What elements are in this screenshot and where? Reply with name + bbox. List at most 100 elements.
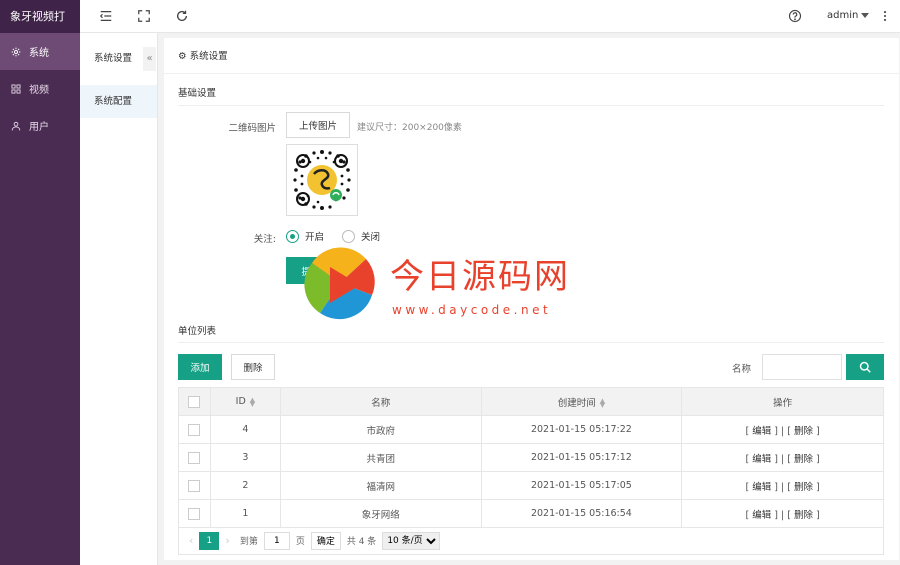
radio-circle [286,229,299,243]
edit-link[interactable]: 编辑 [752,426,771,437]
search-icon [859,361,871,373]
delete-link[interactable]: 删除 [794,482,813,493]
header-name: 名称 [279,387,482,416]
cell-created: 2021-01-15 05:17:05 [480,471,683,500]
cell-id: 1 [209,499,281,528]
header-created-label: 创建时间 [557,397,596,409]
cell-name: 象牙网络 [279,499,482,528]
page-unit: 页 [295,537,305,547]
panel-header: ⚙ 系统设置 [164,38,899,74]
cell-name: 市政府 [279,415,482,444]
table-row: 3 共青团 2021-01-15 05:17:12 [ 编辑 ] | [ 删除 … [178,443,884,472]
header-created[interactable]: 创建时间 ▲ ▼ [480,387,683,416]
row-checkbox-cell [178,499,211,528]
cell-ops: [ 编辑 ] | [ 删除 ] [681,471,884,500]
search-button[interactable] [846,354,884,380]
delete-link[interactable]: 删除 [794,426,813,437]
table-row: 1 象牙网络 2021-01-15 05:16:54 [ 编辑 ] | [ 删除… [178,499,884,528]
select-all-checkbox[interactable] [188,395,201,408]
divider [178,342,884,343]
sidebar-item-label: 系统 [29,48,49,59]
sub-menu: 系统设置 系统配置 [80,33,158,565]
cell-id: 4 [209,415,281,444]
header-ops: 操作 [681,387,884,416]
edit-link[interactable]: 编辑 [752,482,771,493]
sort-icon[interactable]: ▲ ▼ [250,396,255,407]
cell-id: 3 [209,443,281,472]
cell-created: 2021-01-15 05:17:22 [480,415,683,444]
help-icon[interactable] [788,9,802,23]
section-title-units: 单位列表 [178,326,217,337]
goto-label: 到第 [239,537,258,547]
page-input[interactable] [263,531,290,550]
sidebar-item-user[interactable]: 用户 [0,107,80,144]
sidebar-item-label: 用户 [29,122,49,133]
follow-on-radio[interactable]: 开启 [286,229,324,243]
table-header-row: ID ▲ ▼ 名称 创建时间 ▲ ▼ 操作 [178,387,884,416]
delete-link[interactable]: 删除 [794,454,813,465]
row-checkbox[interactable] [188,507,201,520]
total-count: 共 4 条 [346,537,377,547]
upload-hint: 建议尺寸：200×200像素 [357,123,462,133]
more-icon[interactable] [878,9,892,23]
top-bar: admin [80,0,900,33]
section-title-basic: 基础设置 [178,88,217,99]
row-checkbox[interactable] [188,479,201,492]
follow-on-label: 开启 [305,232,325,243]
sub-menu-item-config[interactable]: 系统配置 [80,85,157,118]
chevron-down-icon [861,12,870,18]
search-label: 名称 [732,364,752,375]
qr-label: 二维码图片 [228,123,276,134]
unit-table: ID ▲ ▼ 名称 创建时间 ▲ ▼ 操作 4 市政府 2021-01-15 05:17… [178,387,884,528]
confirm-page-button[interactable]: 确定 [310,531,341,550]
user-icon [11,121,21,131]
sort-icon[interactable]: ▲ ▼ [600,398,605,409]
panel-title: 系统设置 [189,51,228,62]
divider [178,105,884,106]
brand-title: 象牙视频打 [0,0,80,33]
sidebar-item-system[interactable]: 系统 [0,33,80,70]
table-row: 2 福清网 2021-01-15 05:17:05 [ 编辑 ] | [ 删除 … [178,471,884,500]
current-page[interactable]: 1 [199,531,220,550]
fullscreen-icon[interactable] [137,9,151,23]
prev-page-icon[interactable]: ‹ [189,534,193,547]
row-checkbox[interactable] [188,423,201,436]
table-row: 4 市政府 2021-01-15 05:17:22 [ 编辑 ] | [ 删除 … [178,415,884,444]
add-button[interactable]: 添加 [178,354,222,380]
user-name: admin [827,10,859,21]
collapse-icon[interactable]: « [143,47,156,71]
follow-off-label: 关闭 [361,232,381,243]
edit-link[interactable]: 编辑 [752,510,771,521]
qr-code-image [286,144,358,216]
cell-ops: [ 编辑 ] | [ 删除 ] [681,415,884,444]
edit-link[interactable]: 编辑 [752,454,771,465]
cell-ops: [ 编辑 ] | [ 删除 ] [681,499,884,528]
search-input[interactable] [762,354,842,380]
radio-circle [342,229,355,243]
header-checkbox-cell [178,387,211,416]
menu-fold-icon[interactable] [99,9,113,23]
sidebar: 象牙视频打 系统 视频 用户 [0,0,80,565]
follow-off-radio[interactable]: 关闭 [342,229,380,243]
per-page-select[interactable]: 10 条/页 [382,531,441,550]
refresh-icon[interactable] [175,9,189,23]
gear-icon: ⚙ [178,51,187,62]
delete-link[interactable]: 删除 [794,510,813,521]
next-page-icon[interactable]: › [225,534,229,547]
row-checkbox-cell [178,415,211,444]
follow-label: 关注: [253,234,276,245]
sidebar-item-video[interactable]: 视频 [0,70,80,107]
upload-image-button[interactable]: 上传图片 [286,112,350,138]
cell-created: 2021-01-15 05:16:54 [480,499,683,528]
header-id[interactable]: ID ▲ ▼ [209,387,281,416]
user-menu[interactable]: admin [827,10,870,21]
row-checkbox[interactable] [188,451,201,464]
main-panel: ⚙ 系统设置 基础设置 二维码图片 上传图片 建议尺寸：200×200像素 关注… [164,38,899,560]
header-id-label: ID [235,396,246,407]
cell-ops: [ 编辑 ] | [ 删除 ] [681,443,884,472]
cell-id: 2 [209,471,281,500]
row-checkbox-cell [178,443,211,472]
delete-button[interactable]: 删除 [231,354,275,380]
grid-icon [11,84,21,94]
submit-button[interactable]: 提交 [286,257,336,284]
